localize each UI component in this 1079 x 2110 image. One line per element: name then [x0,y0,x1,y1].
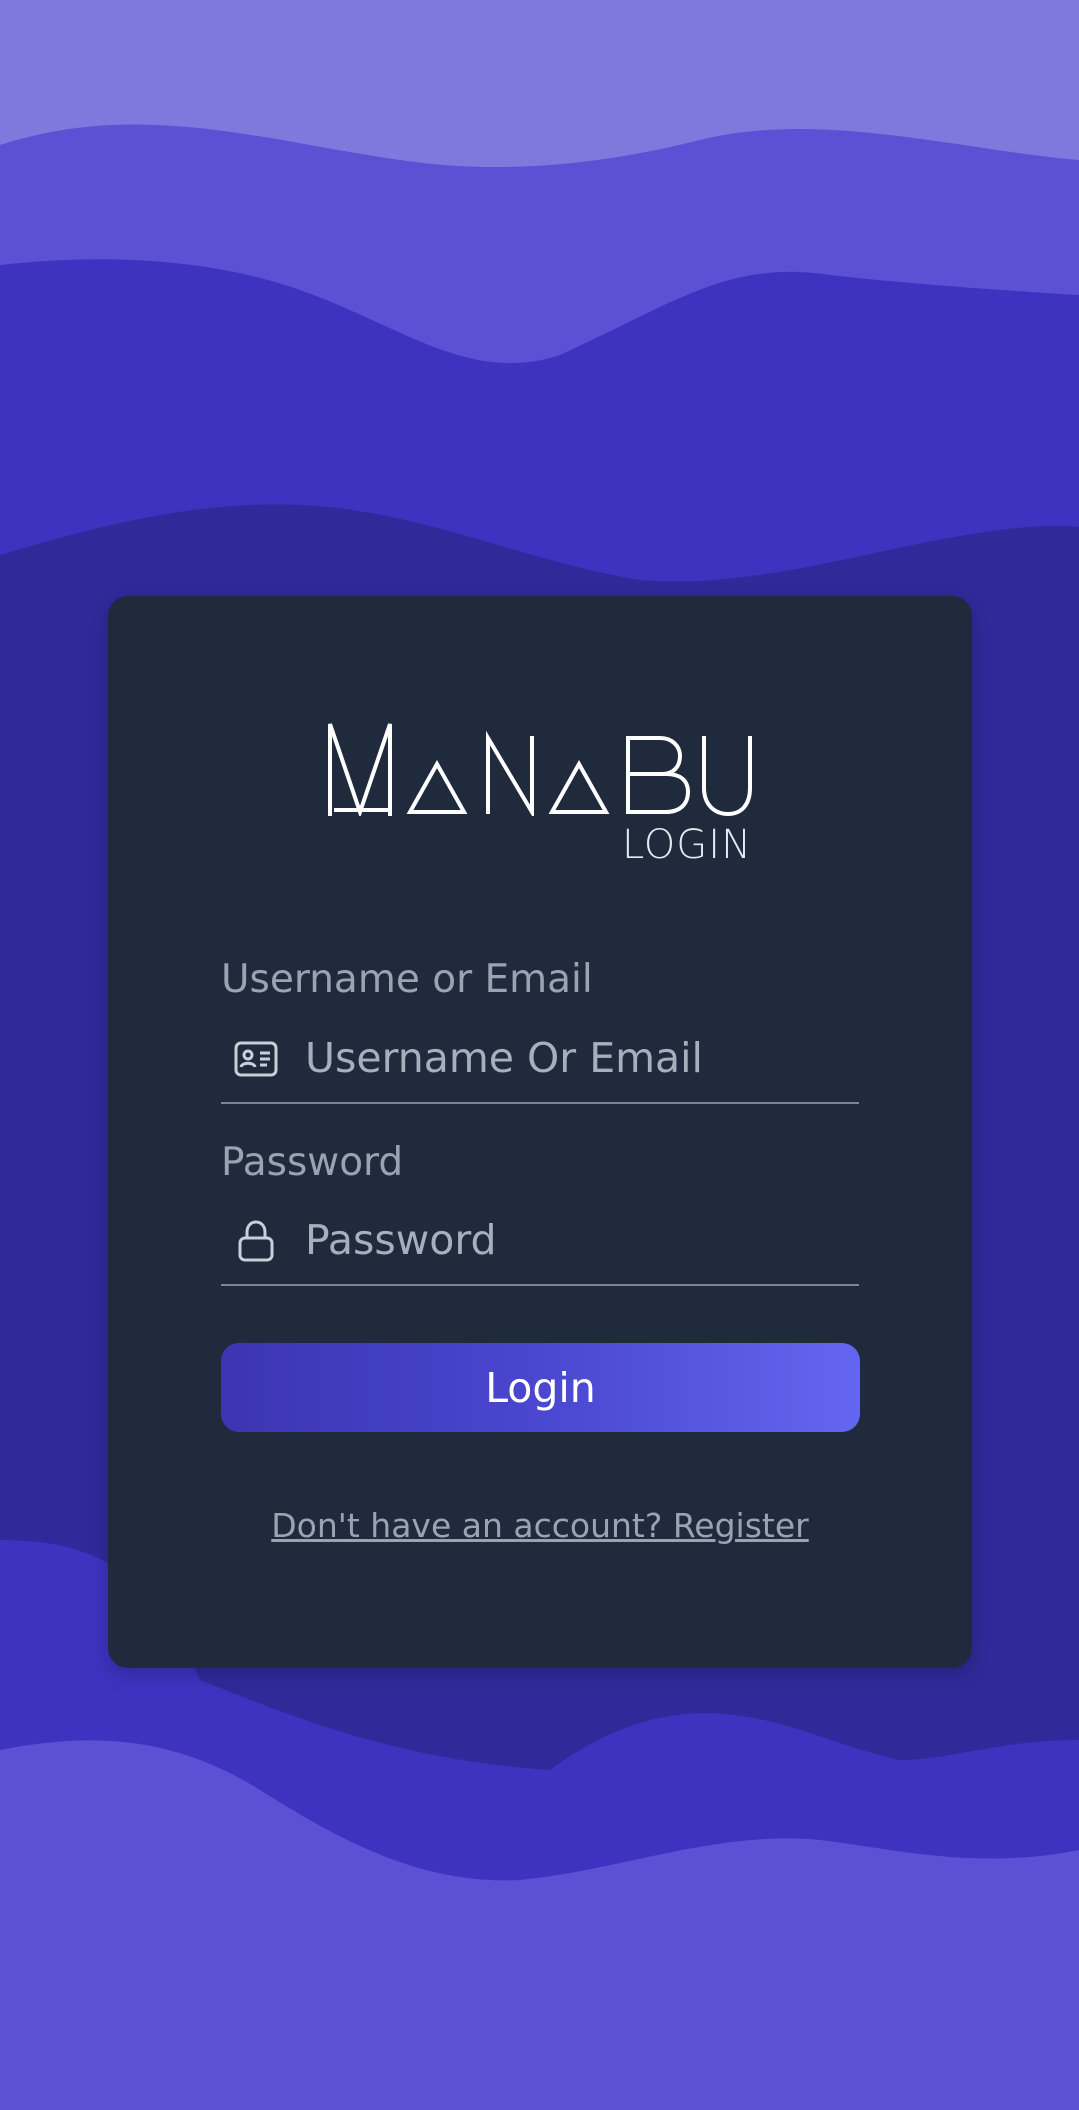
register-link[interactable]: Don't have an account? Register [108,1506,972,1546]
username-input[interactable] [305,1030,845,1086]
logo-wordmark [328,723,752,816]
login-card: LOGIN Username or Email Password Login D… [108,596,972,1668]
password-input[interactable] [305,1212,845,1268]
login-button[interactable]: Login [221,1343,860,1432]
logo: LOGIN [328,722,752,872]
logo-subtitle: LOGIN [621,822,752,868]
username-label: Username or Email [221,957,593,1002]
password-field-row [221,1208,859,1286]
lock-icon [238,1220,274,1262]
password-label: Password [221,1140,404,1185]
id-card-icon [234,1041,278,1077]
username-field-row [221,1026,859,1104]
